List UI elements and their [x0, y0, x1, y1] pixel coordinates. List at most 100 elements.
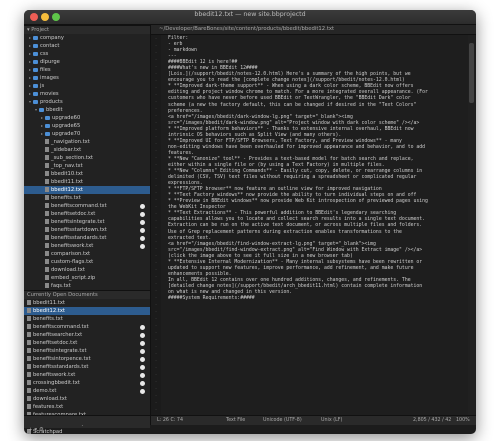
- fold-marker-icon[interactable]: ·: [151, 175, 161, 182]
- project-item[interactable]: ▾ bbedit: [24, 106, 150, 114]
- open-document-item[interactable]: benefitsintegrate.txt: [24, 347, 150, 355]
- path-bar[interactable]: ~/Developer/BareBones/site/content/produ…: [151, 25, 476, 35]
- fold-marker-icon[interactable]: ·: [151, 406, 161, 413]
- fold-marker-icon[interactable]: ·: [151, 301, 161, 308]
- fold-marker-icon[interactable]: ·: [151, 42, 161, 49]
- project-item[interactable]: ▸ company: [24, 34, 150, 42]
- project-item[interactable]: ▾ products: [24, 98, 150, 106]
- fold-marker-icon[interactable]: ·: [151, 161, 161, 168]
- close-window-button[interactable]: [30, 13, 38, 21]
- fold-marker-icon[interactable]: ·: [151, 133, 161, 140]
- open-document-item[interactable]: benefitsstandards.txt: [24, 363, 150, 371]
- fold-marker-icon[interactable]: ·: [151, 336, 161, 343]
- open-document-item[interactable]: bbedit11.txt: [24, 299, 150, 307]
- code-line[interactable]: #####System Requirements:#####: [168, 296, 464, 302]
- fold-marker-icon[interactable]: ·: [151, 308, 161, 315]
- fold-marker-icon[interactable]: ·: [151, 259, 161, 266]
- project-item[interactable]: benefitsintegrate.txt: [24, 218, 150, 226]
- fold-marker-icon[interactable]: ·: [151, 364, 161, 371]
- open-document-item[interactable]: benefits.txt: [24, 315, 150, 323]
- project-item[interactable]: _sidebar.txt: [24, 146, 150, 154]
- project-item[interactable]: _sub_section.txt: [24, 154, 150, 162]
- code-line[interactable]: src="/images/bbedit/find-window-extract.…: [168, 248, 464, 254]
- fold-marker-icon[interactable]: ·: [151, 273, 161, 280]
- vertical-scrollbar[interactable]: [468, 35, 475, 415]
- project-item[interactable]: faqs.txt: [24, 282, 150, 290]
- fold-marker-icon[interactable]: ·: [151, 280, 161, 287]
- text-editor[interactable]: ~/Developer/BareBones/site/content/produ…: [151, 25, 476, 425]
- language-menu[interactable]: Text File: [226, 416, 245, 425]
- fold-marker-icon[interactable]: ·: [151, 63, 161, 70]
- fold-marker-icon[interactable]: ·: [151, 49, 161, 56]
- project-item[interactable]: ▸ upgrade70: [24, 130, 150, 138]
- open-document-item[interactable]: download.txt: [24, 395, 150, 403]
- project-item[interactable]: ▸ dlpurge: [24, 58, 150, 66]
- project-item[interactable]: ▸ upgrade60: [24, 114, 150, 122]
- fold-marker-icon[interactable]: ·: [151, 168, 161, 175]
- project-item[interactable]: benefitscommand.txt: [24, 202, 150, 210]
- encoding-menu[interactable]: Unicode (UTF-8): [263, 416, 302, 425]
- fold-marker-icon[interactable]: ·: [151, 91, 161, 98]
- project-item[interactable]: _top_nav.txt: [24, 162, 150, 170]
- fold-marker-icon[interactable]: ·: [151, 203, 161, 210]
- code-line[interactable]: * **Extensive Internal Modernization** -…: [168, 260, 464, 266]
- open-document-item[interactable]: benefitsearcher.txt: [24, 331, 150, 339]
- cursor-position[interactable]: L: 26 C: 74: [157, 416, 183, 425]
- fold-marker-icon[interactable]: ·: [151, 119, 161, 126]
- line-endings-menu[interactable]: Unix (LF): [321, 416, 342, 425]
- fold-marker-icon[interactable]: ·: [151, 112, 161, 119]
- open-documents-header[interactable]: Currently Open Documents: [24, 290, 150, 299]
- fold-marker-icon[interactable]: ·: [151, 105, 161, 112]
- fold-marker-icon[interactable]: ·: [151, 210, 161, 217]
- open-document-item[interactable]: benefitswork.txt: [24, 371, 150, 379]
- project-item[interactable]: ▸ movies: [24, 90, 150, 98]
- fold-marker-icon[interactable]: ·: [151, 329, 161, 336]
- project-item[interactable]: benefitsstandards.txt: [24, 234, 150, 242]
- open-document-item[interactable]: features.txt: [24, 403, 150, 411]
- open-document-item[interactable]: benefitsetdoc.txt: [24, 339, 150, 347]
- project-item[interactable]: _navigation.txt: [24, 138, 150, 146]
- project-item[interactable]: benefitsetdoc.txt: [24, 210, 150, 218]
- fold-marker-icon[interactable]: ·: [151, 154, 161, 161]
- fold-marker-icon[interactable]: ·: [151, 378, 161, 385]
- fold-marker-icon[interactable]: ·: [151, 224, 161, 231]
- fold-marker-icon[interactable]: ·: [151, 231, 161, 238]
- fold-marker-icon[interactable]: ·: [151, 147, 161, 154]
- open-document-item[interactable]: crossingbbedit.txt: [24, 379, 150, 387]
- zoom-level[interactable]: 100%: [456, 416, 470, 425]
- fold-marker-icon[interactable]: ·: [151, 56, 161, 63]
- project-item[interactable]: ▸ js: [24, 82, 150, 90]
- fold-marker-icon[interactable]: ·: [151, 252, 161, 259]
- project-item[interactable]: benefits.txt: [24, 194, 150, 202]
- open-document-item[interactable]: benefitscommand.txt: [24, 323, 150, 331]
- project-item[interactable]: embed_script.zip: [24, 274, 150, 282]
- fold-marker-icon[interactable]: ·: [151, 294, 161, 301]
- open-document-item[interactable]: bbedit12.txt: [24, 307, 150, 315]
- fold-marker-icon[interactable]: ·: [151, 196, 161, 203]
- open-document-item[interactable]: demo.txt: [24, 387, 150, 395]
- fold-marker-icon[interactable]: ·: [151, 392, 161, 399]
- fold-marker-icon[interactable]: ·: [151, 182, 161, 189]
- fold-marker-icon[interactable]: ·: [151, 84, 161, 91]
- project-item[interactable]: bbedit12.txt: [24, 186, 150, 194]
- fold-marker-icon[interactable]: ·: [151, 287, 161, 294]
- project-item[interactable]: ▸ files: [24, 66, 150, 74]
- project-item[interactable]: benefitsstartdown.txt: [24, 226, 150, 234]
- fold-marker-icon[interactable]: ·: [151, 70, 161, 77]
- project-item[interactable]: ▸ images: [24, 74, 150, 82]
- fold-marker-icon[interactable]: ·: [151, 343, 161, 350]
- project-item[interactable]: bbedit10.txt: [24, 170, 150, 178]
- fold-marker-icon[interactable]: ·: [151, 266, 161, 273]
- fold-marker-icon[interactable]: ·: [151, 315, 161, 322]
- sidebar-actions[interactable]: + ▾ ⚙: [28, 427, 44, 433]
- fold-marker-icon[interactable]: ·: [151, 140, 161, 147]
- editor-text[interactable]: Filter: - erb - markdown --- ####BBEdit 12 i…: [168, 36, 464, 302]
- fold-marker-icon[interactable]: ·: [151, 77, 161, 84]
- project-item[interactable]: comparison.txt: [24, 250, 150, 258]
- fold-marker-icon[interactable]: ·: [151, 126, 161, 133]
- project-item[interactable]: ▸ contact: [24, 42, 150, 50]
- fold-marker-icon[interactable]: ·: [151, 371, 161, 378]
- fold-marker-icon[interactable]: ·: [151, 217, 161, 224]
- zoom-window-button[interactable]: [52, 13, 60, 21]
- fold-marker-icon[interactable]: ·: [151, 35, 161, 42]
